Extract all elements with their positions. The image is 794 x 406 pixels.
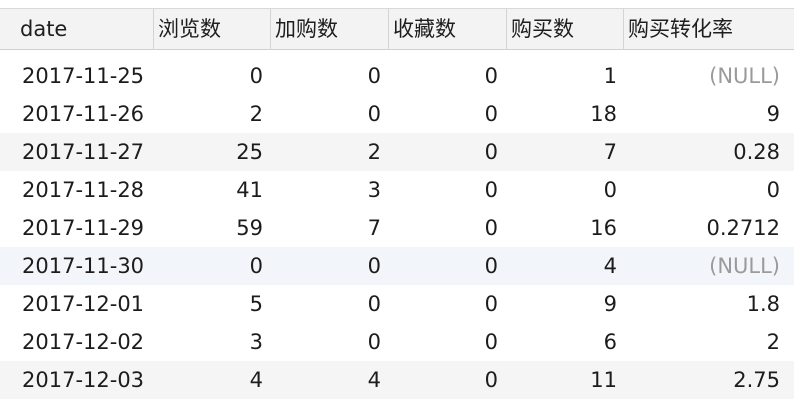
- cart-cell[interactable]: 0: [368, 57, 381, 95]
- views-cell[interactable]: 4: [250, 361, 263, 399]
- conversion-rate-cell[interactable]: 0: [767, 171, 780, 209]
- date-cell[interactable]: 2017-12-03: [22, 361, 144, 399]
- purchases-cell[interactable]: 1: [604, 57, 617, 95]
- column-header-date[interactable]: date: [16, 9, 153, 50]
- conversion-rate-cell[interactable]: (NULL): [709, 247, 780, 285]
- conversion-rate-cell[interactable]: 9: [767, 95, 780, 133]
- favorites-cell[interactable]: 0: [485, 361, 498, 399]
- cart-cell[interactable]: 3: [368, 171, 381, 209]
- table-row[interactable]: 2017-11-28 41 3 0 0 0: [0, 171, 794, 209]
- purchases-cell[interactable]: 0: [604, 171, 617, 209]
- date-cell[interactable]: 2017-12-01: [22, 285, 144, 323]
- date-cell[interactable]: 2017-11-28: [22, 171, 144, 209]
- purchases-cell[interactable]: 9: [604, 285, 617, 323]
- views-cell[interactable]: 0: [250, 57, 263, 95]
- favorites-cell[interactable]: 0: [485, 57, 498, 95]
- favorites-cell[interactable]: 0: [485, 209, 498, 247]
- table-row[interactable]: 2017-11-25 0 0 0 1 (NULL): [0, 57, 794, 95]
- result-grid: date 浏览数 加购数 收藏数 购买数 购买转化率 2017-11-25 0 …: [0, 0, 794, 406]
- conversion-rate-cell[interactable]: (NULL): [709, 57, 780, 95]
- favorites-cell[interactable]: 0: [485, 247, 498, 285]
- column-header-cart[interactable]: 加购数: [270, 9, 388, 50]
- column-header-purchases[interactable]: 购买数: [506, 9, 623, 50]
- column-header-favorites[interactable]: 收藏数: [388, 9, 506, 50]
- conversion-rate-cell[interactable]: 0.2712: [707, 209, 780, 247]
- cart-cell[interactable]: 0: [368, 247, 381, 285]
- purchases-cell[interactable]: 7: [604, 133, 617, 171]
- table-row[interactable]: 2017-11-29 59 7 0 16 0.2712: [0, 209, 794, 247]
- table-row[interactable]: 2017-12-02 3 0 0 6 2: [0, 323, 794, 361]
- conversion-rate-cell[interactable]: 2: [767, 323, 780, 361]
- grid-top-gap: [0, 0, 794, 8]
- cart-cell[interactable]: 0: [368, 285, 381, 323]
- views-cell[interactable]: 0: [250, 247, 263, 285]
- date-cell[interactable]: 2017-11-27: [22, 133, 144, 171]
- purchases-cell[interactable]: 4: [604, 247, 617, 285]
- purchases-cell[interactable]: 11: [590, 361, 617, 399]
- views-cell[interactable]: 41: [236, 171, 263, 209]
- purchases-cell[interactable]: 16: [590, 209, 617, 247]
- date-cell[interactable]: 2017-11-25: [22, 57, 144, 95]
- cart-cell[interactable]: 2: [368, 133, 381, 171]
- date-cell[interactable]: 2017-11-30: [22, 247, 144, 285]
- column-header-row: date 浏览数 加购数 收藏数 购买数 购买转化率: [0, 8, 794, 50]
- date-cell[interactable]: 2017-11-29: [22, 209, 144, 247]
- cart-cell[interactable]: 7: [368, 209, 381, 247]
- purchases-cell[interactable]: 6: [604, 323, 617, 361]
- favorites-cell[interactable]: 0: [485, 171, 498, 209]
- cart-cell[interactable]: 0: [368, 95, 381, 133]
- table-body: 2017-11-25 0 0 0 1 (NULL) 2017-11-26 2 0…: [0, 57, 794, 399]
- table-row[interactable]: 2017-12-01 5 0 0 9 1.8: [0, 285, 794, 323]
- conversion-rate-cell[interactable]: 2.75: [733, 361, 780, 399]
- favorites-cell[interactable]: 0: [485, 285, 498, 323]
- table-row[interactable]: 2017-12-03 4 4 0 11 2.75: [0, 361, 794, 399]
- views-cell[interactable]: 2: [250, 95, 263, 133]
- column-header-conversion-rate[interactable]: 购买转化率: [623, 9, 794, 50]
- cart-cell[interactable]: 4: [368, 361, 381, 399]
- purchases-cell[interactable]: 18: [590, 95, 617, 133]
- views-cell[interactable]: 5: [250, 285, 263, 323]
- table-row[interactable]: 2017-11-30 0 0 0 4 (NULL): [0, 247, 794, 285]
- date-cell[interactable]: 2017-11-26: [22, 95, 144, 133]
- views-cell[interactable]: 3: [250, 323, 263, 361]
- conversion-rate-cell[interactable]: 0.28: [733, 133, 780, 171]
- favorites-cell[interactable]: 0: [485, 95, 498, 133]
- column-header-views[interactable]: 浏览数: [153, 9, 270, 50]
- favorites-cell[interactable]: 0: [485, 323, 498, 361]
- table-row[interactable]: 2017-11-26 2 0 0 18 9: [0, 95, 794, 133]
- conversion-rate-cell[interactable]: 1.8: [747, 285, 780, 323]
- table-row[interactable]: 2017-11-27 25 2 0 7 0.28: [0, 133, 794, 171]
- views-cell[interactable]: 25: [236, 133, 263, 171]
- cart-cell[interactable]: 0: [368, 323, 381, 361]
- views-cell[interactable]: 59: [236, 209, 263, 247]
- date-cell[interactable]: 2017-12-02: [22, 323, 144, 361]
- favorites-cell[interactable]: 0: [485, 133, 498, 171]
